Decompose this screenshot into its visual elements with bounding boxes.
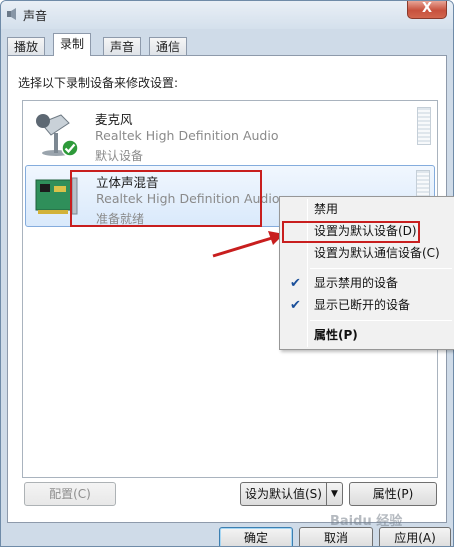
context-menu: 禁用 设置为默认设备(D) 设置为默认通信设备(C) ✔ 显示禁用的设备 ✔ 显…: [279, 196, 454, 350]
device-driver: Realtek High Definition Audio: [95, 128, 279, 143]
watermark: Baidu 经验: [330, 514, 403, 529]
menu-item-disable[interactable]: 禁用: [282, 199, 452, 221]
menu-item-label: 显示已断开的设备: [314, 298, 411, 312]
tab-strip: 播放 录制 声音 通信: [7, 33, 447, 56]
instruction-text: 选择以下录制设备来修改设置:: [18, 76, 179, 90]
tab-recording[interactable]: 录制: [53, 33, 92, 56]
set-default-label: 设为默认值(S): [245, 487, 322, 501]
checkmark-icon: ✔: [290, 298, 301, 313]
device-item-microphone[interactable]: 麦克风 Realtek High Definition Audio 默认设备: [25, 103, 435, 165]
menu-item-label: 设置为默认设备(D): [314, 224, 417, 238]
menu-item-show-disconnected[interactable]: ✔ 显示已断开的设备: [282, 295, 452, 317]
tab-playback[interactable]: 播放: [7, 37, 46, 55]
tab-sounds[interactable]: 声音: [103, 37, 142, 55]
speaker-icon: [7, 8, 16, 20]
level-meter: [417, 107, 431, 145]
menu-item-label: 显示禁用的设备: [314, 276, 399, 290]
chevron-down-icon[interactable]: ▼: [326, 483, 342, 505]
apply-button[interactable]: 应用(A): [379, 527, 451, 546]
checkmark-icon: ✔: [290, 276, 301, 291]
menu-item-set-default-device[interactable]: 设置为默认设备(D): [282, 221, 420, 243]
menu-item-show-disabled[interactable]: ✔ 显示禁用的设备: [282, 273, 452, 295]
menu-item-set-default-comm-device[interactable]: 设置为默认通信设备(C): [282, 243, 452, 265]
tab-communications[interactable]: 通信: [149, 37, 188, 55]
menu-divider: [310, 268, 452, 269]
menu-item-label: 设置为默认通信设备(C): [314, 246, 440, 260]
device-status: 默认设备: [95, 149, 144, 163]
ok-button[interactable]: 确定: [219, 527, 293, 546]
menu-divider: [310, 320, 452, 321]
device-name: 麦克风: [95, 112, 133, 127]
menu-item-properties[interactable]: 属性(P): [282, 325, 452, 347]
menu-item-label: 属性(P): [314, 328, 358, 342]
menu-item-label: 禁用: [314, 202, 339, 216]
check-badge-icon: [61, 139, 79, 157]
configure-button[interactable]: 配置(C): [24, 482, 116, 506]
annotation-arrow-icon: [212, 231, 284, 258]
window-title: 声音: [23, 9, 48, 23]
close-button[interactable]: X: [407, 1, 447, 19]
cancel-button[interactable]: 取消: [299, 527, 373, 546]
annotation-highlight-box: [70, 170, 262, 227]
set-default-button[interactable]: 设为默认值(S) ▼: [240, 482, 343, 506]
title-bar[interactable]: 声音 X: [1, 1, 453, 29]
properties-button[interactable]: 属性(P): [349, 482, 437, 506]
